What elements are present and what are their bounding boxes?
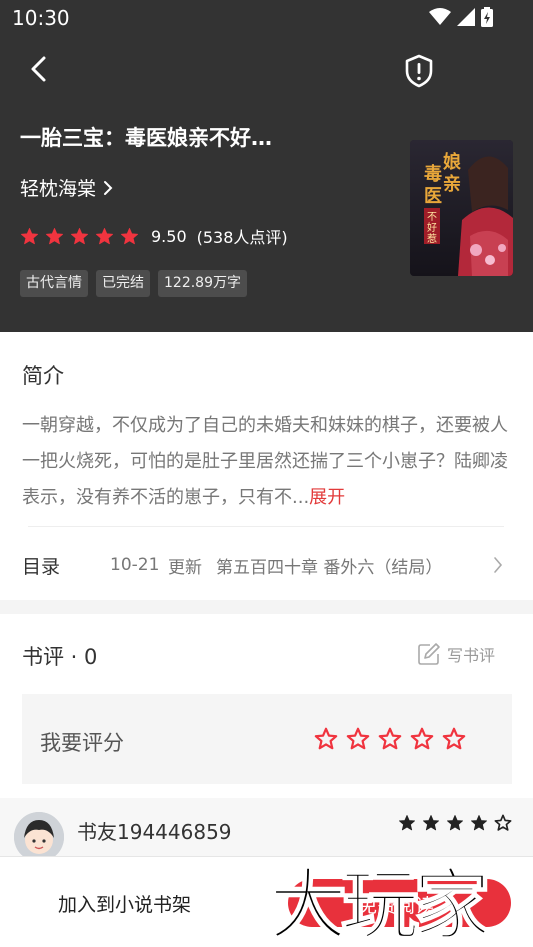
chevron-right-icon	[494, 557, 503, 573]
cover-char: 好	[427, 222, 437, 234]
star-icon	[121, 227, 138, 244]
rate-star-icon[interactable]	[346, 727, 370, 751]
cover-char: 医	[424, 186, 442, 207]
section-gap	[0, 600, 533, 614]
rating-stars	[20, 227, 139, 246]
free-read-label: 免费阅读	[358, 895, 435, 917]
tag-word-count: 122.89万字	[158, 270, 247, 297]
write-review-button[interactable]: 写书评	[417, 642, 495, 666]
book-title: 一胎三宝：毒医娘亲不好…	[20, 126, 272, 150]
book-tags: 古代言情 已完结 122.89万字	[20, 270, 247, 297]
cover-char: 娘	[443, 151, 461, 173]
toc-row[interactable]: 目录 10-21 更新 第五百四十章 番外六（结局）	[0, 540, 533, 590]
tag-status: 已完结	[96, 270, 150, 297]
edit-icon	[418, 643, 440, 665]
rate-panel: 我要评分	[22, 694, 512, 784]
status-icons	[429, 7, 493, 27]
toc-latest-chapter: 第五百四十章 番外六（结局）	[216, 557, 443, 578]
rate-star-icon[interactable]	[378, 727, 402, 751]
star-icon	[71, 227, 88, 244]
signal-icon	[457, 8, 475, 26]
intro-body: 一朝穿越，不仅成为了自己的未婚夫和妹妹的棋子，还要被人一把火烧死，可怕的是肚子里…	[22, 415, 508, 508]
add-to-shelf-button[interactable]: 加入到小说书架	[58, 890, 191, 917]
author-link[interactable]: 轻枕海棠	[20, 174, 114, 201]
star-icon	[46, 227, 63, 244]
bottom-action-bar: 加入到小说书架 免费阅读	[0, 856, 533, 947]
intro-text: 一朝穿越，不仅成为了自己的未婚夫和妹妹的棋子，还要被人一把火烧死，可怕的是肚子里…	[22, 408, 512, 516]
status-bar: 10:30	[0, 0, 533, 36]
free-read-button[interactable]: 免费阅读	[288, 879, 511, 927]
book-header: 10:30 一胎三宝：毒医娘亲不好… 轻枕海棠 9.50 (538人点评) 古代…	[0, 0, 533, 332]
toc-label: 目录	[22, 555, 61, 578]
back-icon[interactable]	[22, 52, 56, 86]
expand-link[interactable]: 展开	[309, 487, 345, 508]
toc-update-date: 10-21	[110, 555, 160, 575]
tag-genre: 古代言情	[20, 270, 88, 297]
rating-score: 9.50	[151, 226, 187, 246]
status-time: 10:30	[12, 6, 70, 30]
star-filled-icon	[398, 814, 416, 831]
battery-icon	[481, 7, 493, 27]
reviews-title: 书评 · 0	[22, 645, 98, 669]
book-rating: 9.50 (538人点评)	[20, 224, 288, 248]
divider	[28, 526, 504, 527]
shield-alert-icon[interactable]	[400, 52, 438, 90]
avatar-image	[14, 812, 64, 862]
cover-art: 毒 娘 医 亲 不 好 惹	[410, 140, 513, 276]
cover-char: 毒	[424, 163, 442, 185]
star-icon	[96, 227, 113, 244]
write-review-label: 写书评	[447, 646, 496, 665]
rate-star-icon[interactable]	[442, 727, 466, 751]
star-filled-icon	[470, 814, 488, 831]
book-cover[interactable]: 毒 娘 医 亲 不 好 惹	[410, 140, 513, 276]
review-username: 书友194446859	[77, 820, 232, 844]
cover-char: 不	[427, 212, 437, 223]
rate-star-icon[interactable]	[410, 727, 434, 751]
intro-label: 简介	[22, 364, 64, 388]
star-filled-icon	[422, 814, 440, 831]
star-icon	[21, 227, 38, 244]
rate-stars	[314, 727, 466, 751]
avatar[interactable]	[14, 812, 64, 862]
review-stars	[398, 814, 512, 832]
star-empty-icon	[494, 814, 512, 831]
rating-count: (538人点评)	[196, 228, 288, 247]
chevron-right-icon	[104, 180, 113, 195]
rate-label: 我要评分	[40, 731, 124, 755]
star-filled-icon	[446, 814, 464, 831]
wifi-icon	[429, 8, 451, 25]
author-name: 轻枕海棠	[20, 178, 97, 200]
rate-star-icon[interactable]	[314, 727, 338, 751]
toc-update-label: 更新	[168, 557, 202, 578]
cover-char: 惹	[427, 233, 437, 245]
cover-char: 亲	[443, 173, 461, 195]
